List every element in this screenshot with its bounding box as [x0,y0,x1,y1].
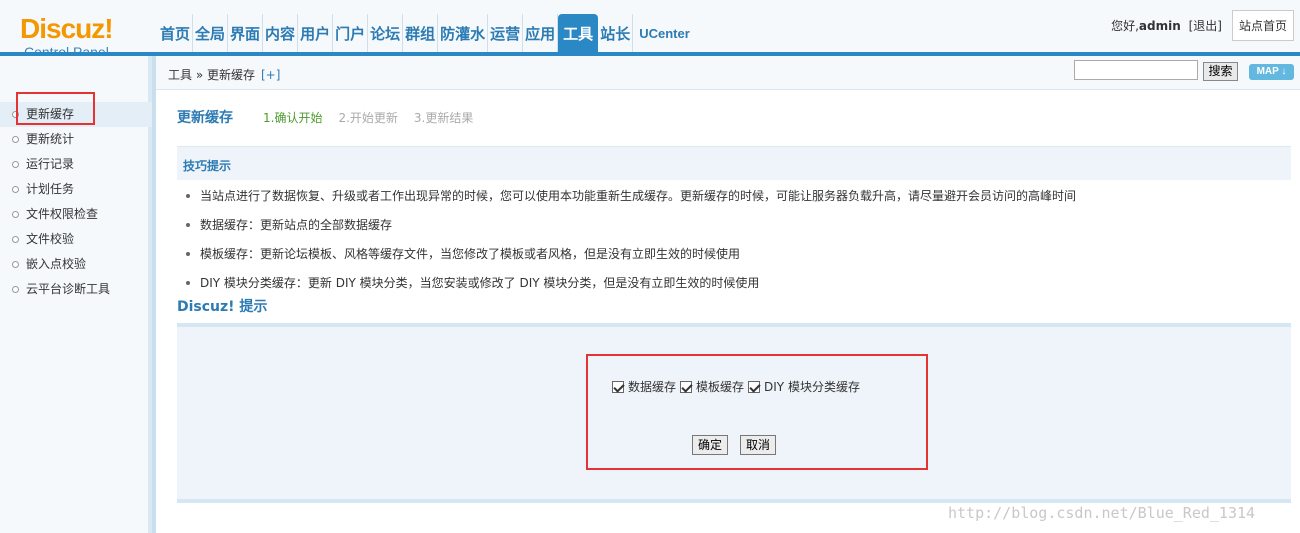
title-row: 更新缓存 1.确认开始 2.开始更新 3.更新结果 [177,107,489,127]
map-button[interactable]: MAP ↓ [1249,64,1294,80]
nav-style[interactable]: 界面 [228,14,264,52]
discuz-tip-title: Discuz! 提示 [177,299,268,315]
logout-link[interactable]: [退出] [1189,19,1222,33]
sidebar-item-file-check[interactable]: 文件校验 [0,227,152,252]
highlight-box [16,92,95,125]
search-button[interactable]: 搜索 [1203,62,1238,81]
site-home-button[interactable]: 站点首页 [1231,10,1294,41]
sidebar-item-hook-check[interactable]: 嵌入点校验 [0,252,152,277]
bullet-icon [12,261,19,268]
page-title: 更新缓存 [177,110,233,126]
sidebar-item-label: 文件权限检查 [26,207,99,221]
bullet-icon [12,286,19,293]
bullet-icon [12,186,19,193]
highlight-box [586,354,928,470]
nav-tools[interactable]: 工具 [558,14,599,52]
sidebar-item-label: 更新统计 [26,132,75,146]
sidebar-item-label: 文件校验 [26,232,75,246]
tips-list: 当站点进行了数据恢复、升级或者工作出现异常的时候，您可以使用本功能重新生成缓存。… [186,184,1076,300]
bullet-icon [12,161,19,168]
tips-title: 技巧提示 [183,159,232,173]
nav-ucenter[interactable]: UCenter [633,14,696,52]
nav-portal[interactable]: 门户 [333,14,369,52]
greeting: 您好,admin [退出] [1111,17,1222,34]
breadcrumb: 工具 » 更新缓存 [+] [168,66,280,83]
watermark: http://blog.csdn.net/Blue_Red_1314 [948,504,1256,522]
nav-content[interactable]: 内容 [263,14,299,52]
tip-item: DIY 模块分类缓存：更新 DIY 模块分类，当您安装或修改了 DIY 模块分类… [186,271,1076,300]
sidebar-item-cron[interactable]: 计划任务 [0,177,152,202]
step-confirm: 1.确认开始 [263,111,323,125]
nav-global[interactable]: 全局 [193,14,229,52]
nav-user[interactable]: 用户 [298,14,334,52]
sidebar-item-label: 计划任务 [26,182,75,196]
user-area: 您好,admin [退出] 站点首页 [1111,10,1294,41]
nav-plugin[interactable]: 应用 [523,14,559,52]
breadcrumb-bar: 工具 » 更新缓存 [+] 搜索 MAP ↓ [156,56,1300,90]
nav-founder[interactable]: 站长 [598,14,634,52]
nav-operation[interactable]: 运营 [488,14,524,52]
nav-home[interactable]: 首页 [158,14,194,52]
main-nav: 首页 全局 界面 内容 用户 门户 论坛 群组 防灌水 运营 应用 工具 站长 … [158,14,696,52]
greeting-text: 您好, [1111,19,1139,33]
logo-brand: Discuz! [20,13,114,44]
sidebar-item-cloud-diag[interactable]: 云平台诊断工具 [0,277,152,302]
sidebar: 更新缓存 更新统计 运行记录 计划任务 文件权限检查 文件校验 嵌入点校验 云平… [0,56,152,533]
nav-forum[interactable]: 论坛 [368,14,404,52]
sidebar-item-run-log[interactable]: 运行记录 [0,152,152,177]
step-update: 2.开始更新 [338,111,398,125]
search-input[interactable] [1074,60,1198,80]
header: Discuz! Control Panel 首页 全局 界面 内容 用户 门户 … [0,0,1300,60]
bullet-icon [12,136,19,143]
sidebar-item-label: 嵌入点校验 [26,257,87,271]
tip-item: 模板缓存：更新论坛模板、风格等缓存文件，当您修改了模板或者风格，但是没有立即生效… [186,242,1076,271]
sidebar-menu: 更新缓存 更新统计 运行记录 计划任务 文件权限检查 文件校验 嵌入点校验 云平… [0,102,152,302]
step-result: 3.更新结果 [413,111,474,125]
tips-header: 技巧提示 [177,146,1291,180]
tip-item: 数据缓存：更新站点的全部数据缓存 [186,213,1076,242]
bullet-icon [12,211,19,218]
tip-item: 当站点进行了数据恢复、升级或者工作出现异常的时候，您可以使用本功能重新生成缓存。… [186,184,1076,213]
breadcrumb-path[interactable]: 工具 » 更新缓存 [168,68,255,82]
sidebar-item-label: 云平台诊断工具 [26,282,111,296]
add-shortcut-link[interactable]: [+] [261,68,280,82]
sidebar-item-label: 运行记录 [26,157,75,171]
username: admin [1138,19,1181,33]
sidebar-item-update-stats[interactable]: 更新统计 [0,127,152,152]
nav-antispam[interactable]: 防灌水 [438,14,489,52]
bullet-icon [12,236,19,243]
sidebar-item-file-perms[interactable]: 文件权限检查 [0,202,152,227]
nav-group[interactable]: 群组 [403,14,439,52]
